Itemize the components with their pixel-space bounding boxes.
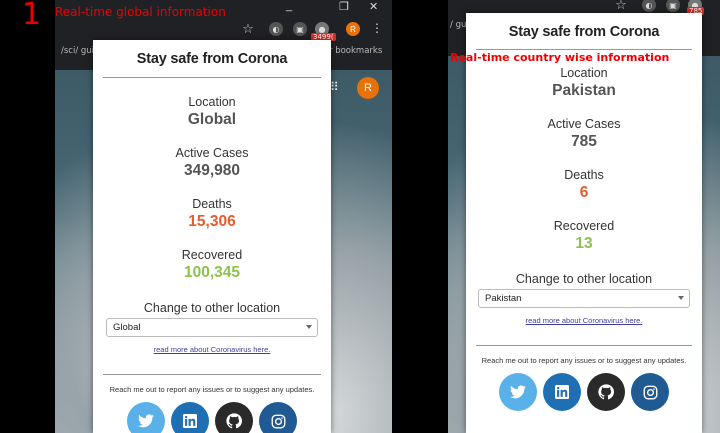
divider bbox=[476, 345, 692, 346]
extension-icon[interactable]: ▣ bbox=[293, 22, 307, 36]
screenshot-global: _ ❐ ✕ ☆ ◐ ▣ ● 3499( R ⋮ /sci/ gui r book… bbox=[0, 0, 392, 433]
deaths-label: Deaths bbox=[192, 197, 232, 211]
popup-title: Stay safe from Corona bbox=[508, 24, 660, 40]
location-select[interactable]: Pakistan bbox=[478, 289, 690, 308]
location-select[interactable]: Global bbox=[106, 318, 318, 337]
recovered-value: 13 bbox=[575, 235, 593, 252]
read-more-link[interactable]: read more about Coronavirus here. bbox=[466, 316, 702, 325]
recovered-value: 100,345 bbox=[183, 264, 241, 281]
linkedin-icon[interactable] bbox=[171, 402, 209, 433]
location-label: Location bbox=[560, 66, 608, 80]
linkedin-icon[interactable] bbox=[543, 373, 581, 411]
instagram-icon[interactable] bbox=[631, 373, 669, 411]
active-cases-value: 349,980 bbox=[183, 162, 241, 179]
read-more-link[interactable]: read more about Coronavirus here. bbox=[93, 345, 331, 354]
active-cases-label: Active Cases bbox=[547, 117, 621, 131]
divider bbox=[103, 374, 321, 375]
social-links bbox=[466, 373, 702, 411]
recovered-label: Recovered bbox=[181, 248, 243, 262]
divider bbox=[476, 49, 692, 50]
active-cases-value: 785 bbox=[571, 133, 597, 150]
extension-icon[interactable]: ◐ bbox=[642, 0, 656, 12]
close-button[interactable]: ✕ bbox=[369, 0, 378, 13]
annotation-number: 1 bbox=[22, 0, 42, 32]
bookmark-star-icon[interactable]: ☆ bbox=[241, 22, 255, 37]
extension-popup: Stay safe from Corona Location Pakistan … bbox=[466, 13, 702, 433]
github-icon[interactable] bbox=[587, 373, 625, 411]
popup-title: Stay safe from Corona bbox=[136, 51, 288, 67]
location-value: Pakistan bbox=[552, 82, 616, 99]
extension-icon[interactable]: ◐ bbox=[269, 22, 283, 36]
divider bbox=[103, 77, 321, 78]
contact-text: Reach me out to report any issues or to … bbox=[481, 356, 687, 365]
extension-popup: Stay safe from Corona Location Global Ac… bbox=[93, 40, 331, 433]
contact-text: Reach me out to report any issues or to … bbox=[109, 385, 315, 394]
chevron-down-icon bbox=[306, 325, 312, 329]
page-avatar[interactable]: R bbox=[357, 77, 379, 99]
instagram-icon[interactable] bbox=[259, 402, 297, 433]
annotation-text: Real-time global information bbox=[55, 5, 226, 19]
github-icon[interactable] bbox=[215, 402, 253, 433]
tab-fragment: /sci/ gui bbox=[61, 46, 95, 56]
change-location-label: Change to other location bbox=[143, 301, 281, 315]
deaths-value: 15,306 bbox=[188, 213, 236, 230]
other-bookmarks[interactable]: r bookmarks bbox=[329, 46, 382, 56]
screenshot-country: ☆ ◐ ▣ ● 785 / gui Stay safe from Corona … bbox=[448, 0, 720, 433]
minimize-button[interactable]: _ bbox=[286, 0, 292, 12]
chevron-down-icon bbox=[678, 296, 684, 300]
active-cases-label: Active Cases bbox=[175, 146, 249, 160]
location-select-value: Pakistan bbox=[485, 293, 522, 304]
extension-icon[interactable]: ▣ bbox=[666, 0, 680, 12]
profile-avatar[interactable]: R bbox=[346, 22, 360, 36]
apps-grid-icon[interactable]: ⠿ bbox=[330, 80, 339, 94]
location-select-value: Global bbox=[113, 322, 141, 333]
menu-icon[interactable]: ⋮ bbox=[371, 22, 383, 34]
maximize-button[interactable]: ❐ bbox=[339, 0, 349, 13]
twitter-icon[interactable] bbox=[127, 402, 165, 433]
location-label: Location bbox=[188, 95, 236, 109]
recovered-label: Recovered bbox=[553, 219, 615, 233]
annotation-text: Real-time country wise information bbox=[450, 51, 670, 64]
deaths-label: Deaths bbox=[564, 168, 604, 182]
bookmark-star-icon[interactable]: ☆ bbox=[614, 0, 628, 13]
change-location-label: Change to other location bbox=[515, 272, 653, 286]
deaths-value: 6 bbox=[579, 184, 589, 201]
location-value: Global bbox=[187, 111, 237, 128]
twitter-icon[interactable] bbox=[499, 373, 537, 411]
social-links bbox=[93, 402, 331, 433]
